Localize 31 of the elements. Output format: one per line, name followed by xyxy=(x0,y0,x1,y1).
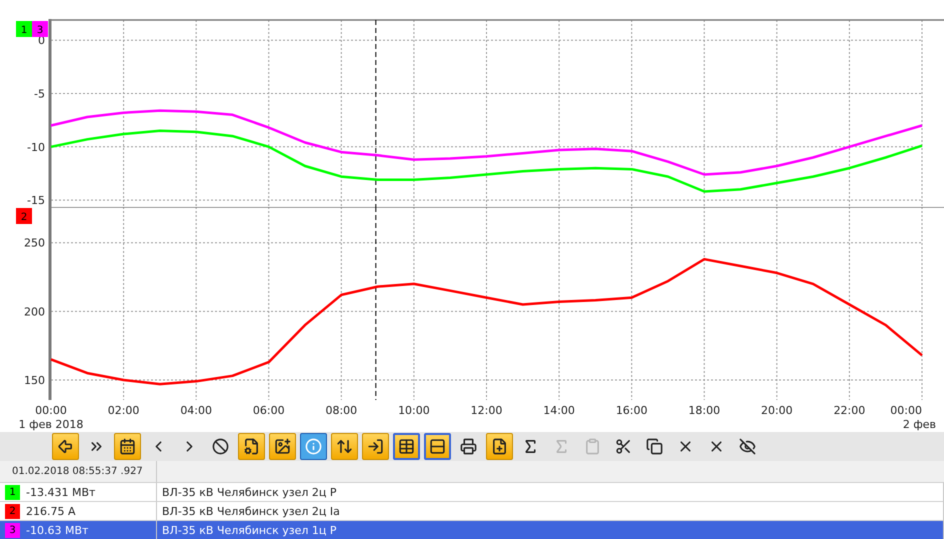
axis-label: 20:00 xyxy=(760,404,793,417)
series-badge: 2 xyxy=(16,208,32,224)
axis-label: 12:00 xyxy=(470,404,502,417)
axis-label: 10:00 xyxy=(398,404,430,417)
channel-value: 216.75 A xyxy=(26,504,76,518)
axis-label: 00:00 xyxy=(890,404,922,417)
date-label: 2 фев xyxy=(902,418,936,431)
axis-label: 02:00 xyxy=(108,404,140,417)
axis-label: 08:00 xyxy=(325,404,358,417)
axis-label: 06:00 xyxy=(252,404,285,417)
channel-badge: 1 xyxy=(5,484,20,500)
channel-badge: 3 xyxy=(5,522,20,538)
axis-label: 04:00 xyxy=(180,404,212,417)
series-badge: 3 xyxy=(32,21,48,37)
axis-label: 16:00 xyxy=(616,404,648,417)
date-label: 1 фев 2018 xyxy=(18,418,84,431)
axis-label: 150 xyxy=(24,374,45,387)
channel-value: -10.63 МВт xyxy=(26,524,88,536)
axis-label: -15 xyxy=(27,194,45,207)
axis-label: -5 xyxy=(34,88,45,101)
axis-label: 14:00 xyxy=(543,404,575,417)
channel-badge: 2 xyxy=(5,504,20,518)
series-badge: 1 xyxy=(16,21,32,37)
channel-value: -13.431 МВт xyxy=(26,486,96,498)
axis-label: 00:00 xyxy=(35,404,67,417)
axis-label: 18:00 xyxy=(688,404,720,417)
axis-label: 22:00 xyxy=(834,404,866,417)
timestamp-header: 01.02.2018 08:55:37 .927 xyxy=(0,461,157,482)
axis-label: 200 xyxy=(24,305,45,318)
axis-label: -10 xyxy=(27,140,45,154)
axis-label: 250 xyxy=(24,236,45,250)
